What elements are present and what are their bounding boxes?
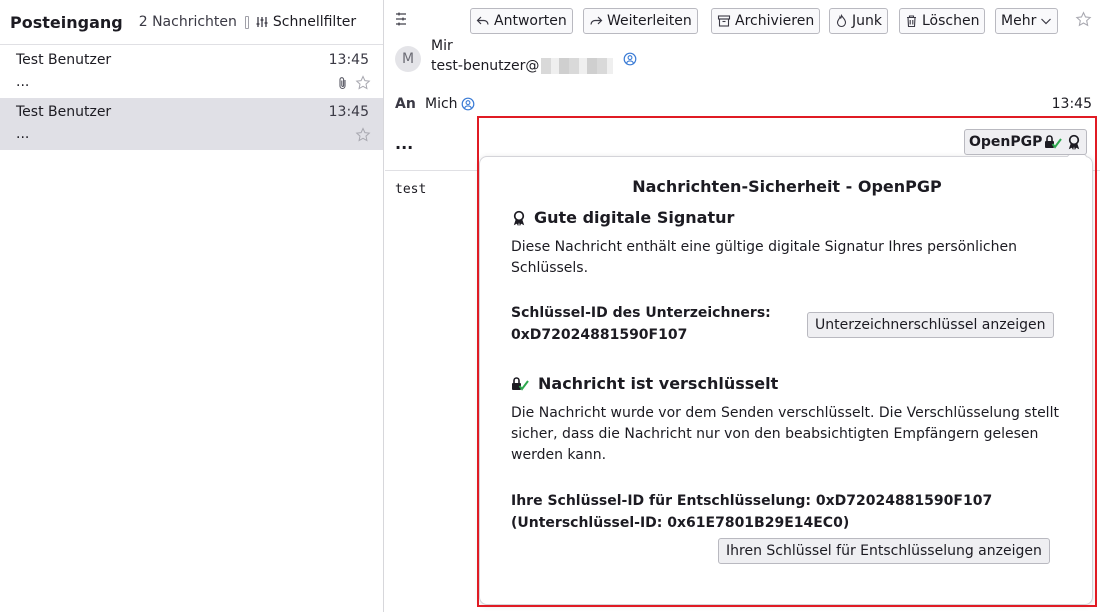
signer-key-id: 0xD72024881590F107 <box>511 327 688 343</box>
delete-label: Löschen <box>922 13 980 29</box>
filter-icon <box>256 17 268 27</box>
archive-icon <box>717 15 731 27</box>
recipient[interactable]: Mich <box>425 96 475 112</box>
message-row[interactable]: Test Benutzer 13:45 ... <box>0 46 383 98</box>
message-count: 2 Nachrichten <box>138 14 237 30</box>
quick-filter-label: Schnellfilter <box>272 14 357 30</box>
archive-button[interactable]: Archivieren <box>711 8 821 34</box>
forward-icon <box>590 16 603 25</box>
junk-label: Junk <box>852 13 882 29</box>
more-button[interactable]: Mehr <box>995 8 1059 34</box>
from-email[interactable]: test-benutzer@ <box>431 58 614 74</box>
signature-heading-text: Gute digitale Signatur <box>534 208 735 227</box>
menu-icon[interactable] <box>393 11 409 27</box>
more-label: Mehr <box>1001 13 1037 29</box>
signer-key-label: Schlüssel-ID des Unterzeichners: <box>511 305 771 321</box>
from-email-text: test-benutzer@ <box>431 58 540 74</box>
seal-icon <box>513 210 525 226</box>
message-list-pane: Posteingang 2 Nachrichten Schnellfilter … <box>0 0 384 612</box>
contact-icon[interactable] <box>623 52 637 66</box>
contact-icon <box>461 97 474 111</box>
avatar: M <box>395 46 421 72</box>
message-sender: Test Benutzer <box>16 104 112 120</box>
forward-button[interactable]: Weiterleiten <box>583 8 698 34</box>
lock-check-icon <box>1045 135 1063 149</box>
decryption-subkey-id: (Unterschlüssel-ID: 0x61E7801B29E14EC0) <box>511 515 850 531</box>
signature-heading: Gute digitale Signatur <box>511 208 734 227</box>
message-list-header: Posteingang 2 Nachrichten Schnellfilter <box>0 0 383 45</box>
message-time: 13:45 <box>328 52 369 68</box>
seal-icon <box>1069 134 1080 150</box>
archive-label: Archivieren <box>735 13 815 29</box>
attachment-icon <box>339 77 346 90</box>
to-label: An <box>395 96 416 112</box>
openpgp-label: OpenPGP <box>969 134 1043 150</box>
openpgp-status-button[interactable]: OpenPGP <box>964 129 1088 155</box>
trash-icon <box>907 15 916 28</box>
view-decryption-key-button[interactable]: Ihren Schlüssel für Entschlüsselung anze… <box>718 538 1050 564</box>
message-row[interactable]: Test Benutzer 13:45 ... <box>0 98 383 150</box>
quick-filter-button[interactable]: Schnellfilter <box>255 14 356 30</box>
reply-label: Antworten <box>494 13 567 29</box>
message-security-panel: Nachrichten-Sicherheit - OpenPGP Gute di… <box>479 146 1093 605</box>
star-icon[interactable] <box>355 75 371 91</box>
star-icon[interactable] <box>1075 11 1092 28</box>
message-subject: ... <box>16 126 30 142</box>
recipient-name: Mich <box>425 96 458 112</box>
star-icon[interactable] <box>355 127 371 143</box>
encryption-description: Die Nachricht wurde vor dem Senden versc… <box>511 405 1059 463</box>
panel-title: Nachrichten-Sicherheit - OpenPGP <box>632 177 942 196</box>
message-subject: ... <box>16 74 30 90</box>
folder-name: Posteingang <box>10 12 123 32</box>
view-signer-key-button[interactable]: Unterzeichnerschlüssel anzeigen <box>807 312 1054 338</box>
encryption-heading: Nachricht ist verschlüsselt <box>511 374 778 393</box>
chevron-down-icon <box>1041 18 1052 25</box>
from-name[interactable]: Mir <box>431 38 453 54</box>
reply-button[interactable]: Antworten <box>470 8 573 34</box>
junk-button[interactable]: Junk <box>829 8 888 34</box>
lock-check-icon <box>512 376 529 391</box>
redacted-area <box>541 58 614 74</box>
message-sender: Test Benutzer <box>16 52 112 68</box>
message-body: test <box>395 182 427 197</box>
message-time: 13:45 <box>328 104 369 120</box>
junk-icon <box>836 14 847 28</box>
signature-description: Diese Nachricht enthält eine gültige dig… <box>511 239 1017 276</box>
encryption-heading-text: Nachricht ist verschlüsselt <box>538 374 779 393</box>
delete-button[interactable]: Löschen <box>899 8 986 34</box>
message-date: 13:45 <box>1051 96 1092 112</box>
separator-icon <box>244 15 249 29</box>
message-subject-header: ... <box>395 134 414 153</box>
reply-icon <box>476 16 489 25</box>
forward-label: Weiterleiten <box>607 13 692 29</box>
message-toolbar: Antworten Weiterleiten Archivieren Junk … <box>385 6 1100 34</box>
decryption-key-id: Ihre Schlüssel-ID für Entschlüsselung: 0… <box>511 493 993 509</box>
